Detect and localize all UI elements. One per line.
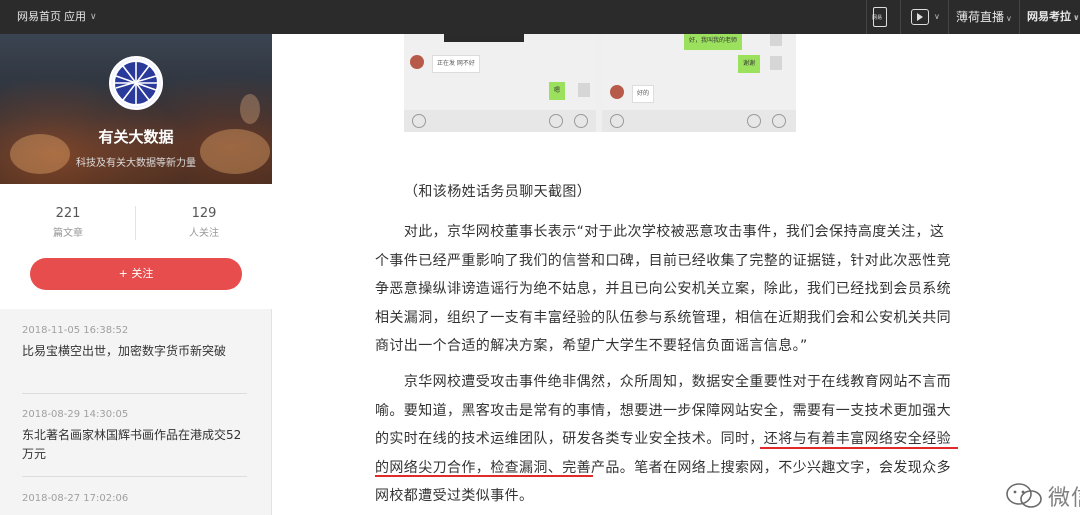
mobile-app-icon[interactable]: 网易 xyxy=(872,7,887,27)
profile-name[interactable]: 有关大数据 xyxy=(0,126,272,147)
watermark-text: 微信号: mebang_com xyxy=(1048,486,1080,515)
paragraph-text: 对此，京华网校董事长表示“对于此次学校被恶意攻击事件，我们会保持高度关注，这个事… xyxy=(375,224,951,354)
kaola-label: 网易考拉 xyxy=(1027,10,1071,23)
chevron-down-icon: ∨ xyxy=(1006,14,1012,23)
topbar-divider xyxy=(948,0,949,34)
topbar-divider xyxy=(866,0,867,34)
list-divider xyxy=(22,476,247,477)
avatar-girl-icon xyxy=(610,85,624,99)
globe-logo-icon xyxy=(113,60,159,106)
nav-apps-label: 应用 xyxy=(64,10,86,23)
avatar[interactable] xyxy=(109,56,163,110)
followers-stat[interactable]: 129 人关注 xyxy=(136,206,272,239)
article-title[interactable]: 比易宝横空出世，加密数字货币新突破 xyxy=(22,342,247,361)
chevron-down-icon: ∨ xyxy=(1073,13,1080,22)
chevron-down-icon[interactable]: ∨ xyxy=(934,0,940,34)
chat-input-bar xyxy=(404,110,596,132)
top-nav-bar: 网易首页 应用 ∨ 网易 ∨ 薄荷直播 ∨ 网易考拉 ∨ xyxy=(0,0,1080,34)
nav-apps-menu[interactable]: 应用 ∨ xyxy=(64,0,97,34)
author-sidebar: 有关大数据 科技及有关大数据等新力量 221 篇文章 129 人关注 + 关注 … xyxy=(0,34,272,515)
avatar-user-icon xyxy=(578,83,590,97)
image-caption: （和该杨姓话务员聊天截图） xyxy=(404,184,592,200)
live-stream-label: 薄荷直播 xyxy=(956,10,1005,24)
avatar-user-icon xyxy=(770,56,782,70)
article-paragraph: 京华网校遭受攻击事件绝非偶然，众所周知，数据安全重要性对于在线教育网站不言而喻。… xyxy=(375,368,957,511)
wechat-icon xyxy=(1006,483,1042,508)
profile-stats: 221 篇文章 129 人关注 + 关注 xyxy=(0,184,272,309)
chat-bubble-received: 好的 xyxy=(632,85,655,103)
articles-count: 221 xyxy=(55,206,81,221)
article-time: 2018-08-29 14:30:05 xyxy=(22,409,129,420)
profile-banner: 有关大数据 科技及有关大数据等新力量 xyxy=(0,34,272,184)
article-time: 2018-11-05 16:38:52 xyxy=(22,325,129,336)
article-title[interactable]: 东北著名画家林国辉书画作品在港成交52万元 xyxy=(22,426,247,464)
list-divider xyxy=(22,393,247,394)
live-stream-link[interactable]: 薄荷直播 ∨ xyxy=(956,0,1012,34)
avatar-girl-icon xyxy=(410,55,424,69)
chat-bubble-received: 正在发 网不好 xyxy=(432,55,480,73)
highlight-underline xyxy=(375,475,593,477)
chat-bubble-sent: 谢谢 xyxy=(738,55,761,73)
articles-stat[interactable]: 221 篇文章 xyxy=(0,206,136,239)
avatar-user-icon xyxy=(770,34,782,46)
mobile-app-label: 网易 xyxy=(872,15,883,21)
emoji-icon xyxy=(747,114,761,128)
banner-light xyxy=(240,94,260,124)
highlight-underline xyxy=(760,447,958,449)
list-item[interactable]: 2018-08-29 14:30:05 东北著名画家林国辉书画作品在港成交52万… xyxy=(22,409,247,477)
articles-label: 篇文章 xyxy=(53,228,83,239)
follow-button[interactable]: + 关注 xyxy=(30,258,242,290)
article-content: 好，我叫我的老师 正在发 网不好 谢谢 嗯 好的 （和该杨姓话务员聊天截图） 对… xyxy=(272,34,1080,515)
paragraph-text: 京华网校遭受攻击事件绝非偶然，众所周知，数据安全重要性对于在线教育网站不言而喻。… xyxy=(375,374,952,504)
topbar-divider xyxy=(900,0,901,34)
emoji-icon xyxy=(549,114,563,128)
chat-input-bar xyxy=(602,110,796,132)
voice-icon xyxy=(610,114,624,128)
chat-bubble-sent: 好，我叫我的老师 xyxy=(684,34,743,50)
kaola-link[interactable]: 网易考拉 ∨ xyxy=(1027,0,1080,34)
image-fragment xyxy=(444,34,524,42)
profile-description: 科技及有关大数据等新力量 xyxy=(76,158,196,169)
article-paragraph: 对此，京华网校董事长表示“对于此次学校被恶意攻击事件，我们会保持高度关注，这个事… xyxy=(375,218,957,361)
chevron-down-icon: ∨ xyxy=(90,12,97,22)
plus-icon xyxy=(772,114,786,128)
followers-count: 129 xyxy=(191,206,217,221)
list-item[interactable]: 2018-11-05 16:38:52 比易宝横空出世，加密数字货币新突破 xyxy=(22,325,247,394)
chat-screenshot-image: 好，我叫我的老师 正在发 网不好 谢谢 嗯 好的 xyxy=(404,34,796,132)
plus-icon xyxy=(574,114,588,128)
followers-label: 人关注 xyxy=(189,228,219,239)
list-item[interactable]: 2018-08-27 17:02:06 xyxy=(22,493,247,504)
topbar-divider xyxy=(1019,0,1020,34)
video-play-icon[interactable] xyxy=(911,9,929,25)
nav-home-link[interactable]: 网易首页 xyxy=(17,0,61,34)
article-time: 2018-08-27 17:02:06 xyxy=(22,493,129,504)
chat-bubble-sent: 嗯 xyxy=(549,82,566,100)
voice-icon xyxy=(412,114,426,128)
